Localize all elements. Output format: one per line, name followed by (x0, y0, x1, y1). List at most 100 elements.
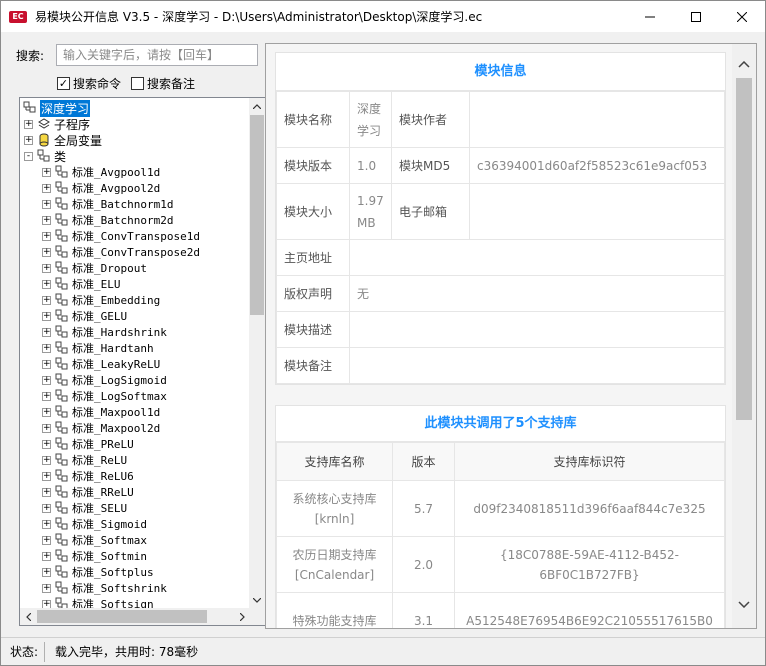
tree-class-item[interactable]: + 标准_Batchnorm1d (42, 196, 173, 212)
scroll-left-button[interactable] (20, 608, 36, 625)
expand-icon[interactable]: + (42, 199, 51, 209)
search-row: 搜索: (16, 43, 262, 67)
tree-class-item[interactable]: + 标准_Softsign (42, 596, 154, 608)
expand-icon[interactable]: + (42, 375, 51, 385)
tree-group-label: 全局变量 (54, 133, 103, 148)
tree-group-globals[interactable]: + 全局变量 (24, 132, 102, 148)
scrollbar-thumb[interactable] (736, 78, 752, 420)
tree-class-item[interactable]: + 标准_Avgpool2d (42, 180, 160, 196)
expand-icon[interactable]: + (42, 567, 51, 577)
expand-icon[interactable]: + (42, 535, 51, 545)
tree-class-item[interactable]: + 标准_SELU (42, 500, 127, 516)
tree-class-item[interactable]: + 标准_Softshrink (42, 580, 167, 596)
expand-icon[interactable]: + (42, 359, 51, 369)
expand-icon[interactable]: + (24, 135, 33, 145)
tree-group-subroutines[interactable]: + 子程序 (24, 116, 90, 132)
tree-class-item[interactable]: + 标准_ReLU6 (42, 468, 134, 484)
module-version-value: 1.0 (349, 147, 392, 184)
tree-class-item[interactable]: + 标准_LogSigmoid (42, 372, 167, 388)
detail-vertical-scrollbar[interactable] (732, 44, 756, 628)
expand-icon[interactable]: + (42, 407, 51, 417)
close-button[interactable] (719, 1, 765, 32)
scroll-up-button[interactable] (249, 98, 265, 114)
tree-class-label: 标准_GELU (72, 310, 128, 323)
expand-icon[interactable]: + (42, 247, 51, 257)
tree-class-label: 标准_Avgpool1d (72, 166, 161, 179)
tree-class-item[interactable]: + 标准_Hardshrink (42, 324, 167, 340)
tree-class-item[interactable]: + 标准_Hardtanh (42, 340, 154, 356)
tree-class-item[interactable]: + 标准_Softmax (42, 532, 147, 548)
search-input[interactable] (56, 44, 258, 66)
expand-icon[interactable]: + (42, 471, 51, 481)
maximize-button[interactable] (673, 1, 719, 32)
tree-class-item[interactable]: + 标准_RReLU (42, 484, 134, 500)
expand-icon[interactable]: + (42, 263, 51, 273)
tree-class-item[interactable]: + 标准_GELU (42, 308, 127, 324)
tree-horizontal-scrollbar[interactable] (20, 608, 250, 625)
expand-icon[interactable]: + (42, 311, 51, 321)
tree-class-item[interactable]: + 标准_LeakyReLU (42, 356, 160, 372)
tree-class-item[interactable]: + 标准_Dropout (42, 260, 147, 276)
expand-icon[interactable]: + (42, 487, 51, 497)
scrollbar-thumb[interactable] (37, 610, 207, 623)
column-header: 支持库标识符 (454, 442, 725, 481)
scroll-right-button[interactable] (234, 608, 250, 625)
expand-icon[interactable]: + (42, 215, 51, 225)
tree-class-item[interactable]: + 标准_Sigmoid (42, 516, 147, 532)
app-icon: EC (9, 10, 27, 23)
scroll-up-button[interactable] (732, 52, 756, 76)
tree-class-item[interactable]: + 标准_Maxpool2d (42, 420, 160, 436)
search-commands-checkbox[interactable]: ✓ 搜索命令 (57, 75, 121, 92)
tree-root[interactable]: 深度学习 (22, 99, 91, 117)
search-notes-label: 搜索备注 (147, 77, 196, 91)
expand-icon[interactable]: + (42, 183, 51, 193)
expand-icon[interactable]: + (42, 295, 51, 305)
class-icon (54, 373, 70, 387)
expand-icon[interactable]: + (42, 519, 51, 529)
class-icon (54, 549, 70, 563)
expand-icon[interactable]: + (24, 119, 33, 129)
email-label: 电子邮箱 (391, 183, 470, 240)
homepage-label: 主页地址 (276, 239, 350, 276)
expand-icon[interactable]: + (42, 343, 51, 353)
tree-class-item[interactable]: + 标准_Maxpool1d (42, 404, 160, 420)
tree-class-item[interactable]: + 标准_ConvTranspose1d (42, 228, 200, 244)
scroll-down-button[interactable] (249, 592, 265, 608)
tree-class-item[interactable]: + 标准_ELU (42, 276, 121, 292)
tree-class-item[interactable]: + 标准_Embedding (42, 292, 160, 308)
tree-class-item[interactable]: + 标准_Avgpool1d (42, 164, 160, 180)
expand-icon[interactable]: + (42, 599, 51, 608)
expand-icon[interactable]: + (42, 455, 51, 465)
expand-icon[interactable]: + (42, 551, 51, 561)
tree-class-item[interactable]: + 标准_Softmin (42, 548, 147, 564)
tree-class-item[interactable]: + 标准_Softplus (42, 564, 154, 580)
tree-class-item[interactable]: + 标准_ReLU (42, 452, 127, 468)
expand-icon[interactable]: + (42, 391, 51, 401)
tree-vertical-scrollbar[interactable] (249, 98, 265, 608)
symbol-tree[interactable]: 深度学习 + 子程序 + 全局变量 - 类 + 标准_Avgpool1d + 标… (19, 97, 266, 626)
collapse-icon[interactable]: - (24, 151, 33, 161)
expand-icon[interactable]: + (42, 231, 51, 241)
email-value (469, 183, 725, 240)
search-commands-label: 搜索命令 (73, 77, 122, 91)
expand-icon[interactable]: + (42, 167, 51, 177)
tree-class-item[interactable]: + 标准_PReLU (42, 436, 134, 452)
search-notes-checkbox[interactable]: 搜索备注 (131, 75, 195, 92)
checkbox-unchecked-icon (131, 77, 145, 90)
expand-icon[interactable]: + (42, 279, 51, 289)
expand-icon[interactable]: + (42, 327, 51, 337)
minimize-button[interactable] (627, 1, 673, 32)
title-bar[interactable]: EC 易模块公开信息 V3.5 - 深度学习 - D:\Users\Admini… (1, 1, 765, 32)
expand-icon[interactable]: + (42, 503, 51, 513)
tree-class-item[interactable]: + 标准_Batchnorm2d (42, 212, 173, 228)
scrollbar-thumb[interactable] (250, 115, 264, 315)
class-icon (54, 325, 70, 339)
scroll-down-button[interactable] (732, 592, 756, 616)
tree-class-item[interactable]: + 标准_LogSoftmax (42, 388, 167, 404)
expand-icon[interactable]: + (42, 583, 51, 593)
tree-class-item[interactable]: + 标准_ConvTranspose2d (42, 244, 200, 260)
expand-icon[interactable]: + (42, 423, 51, 433)
tree-class-label: 标准_Batchnorm1d (72, 198, 174, 211)
expand-icon[interactable]: + (42, 439, 51, 449)
tree-group-classes[interactable]: - 类 (24, 148, 66, 164)
